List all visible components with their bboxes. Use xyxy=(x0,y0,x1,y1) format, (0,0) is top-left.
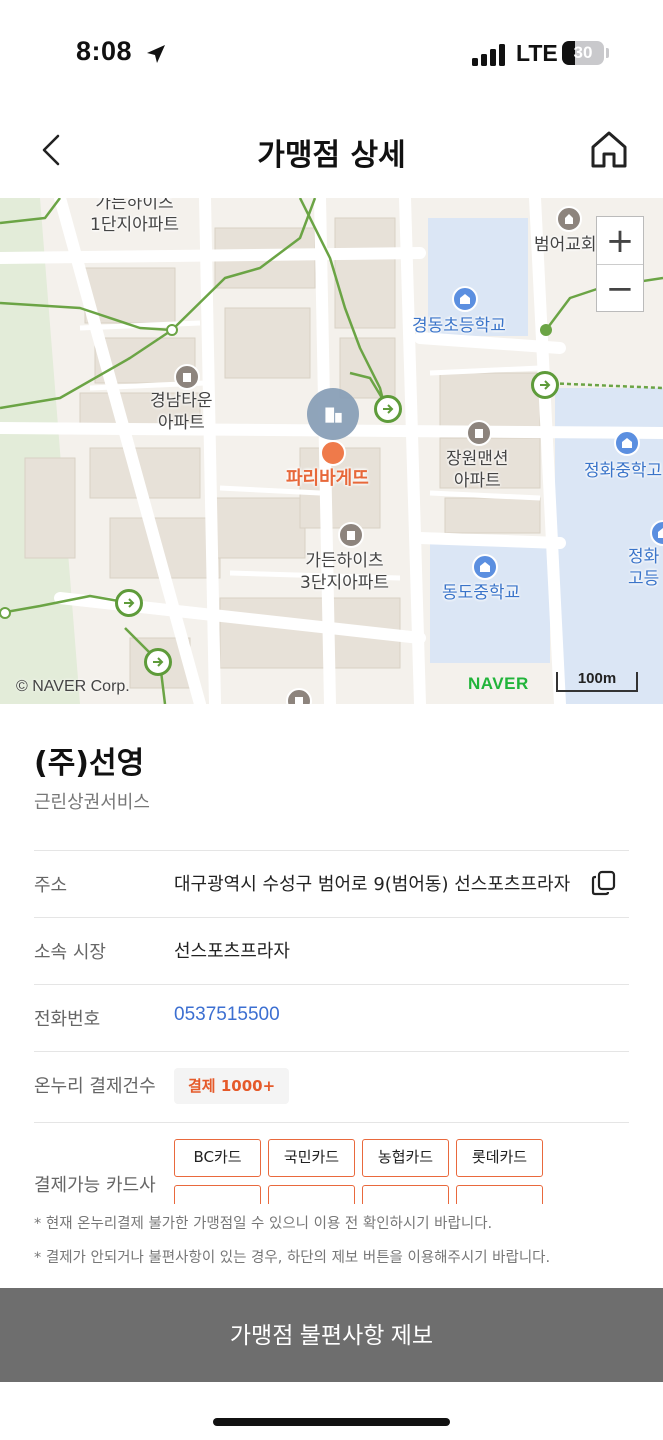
phone-label: 전화번호 xyxy=(34,1009,101,1030)
battery-icon: 30 xyxy=(562,41,604,65)
card-chip xyxy=(456,1185,543,1204)
info-row-address: 주소 대구광역시 수성구 범어로 9(범어동) 선스포츠프라자 xyxy=(34,850,629,917)
address-value: 대구광역시 수성구 범어로 9(범어동) 선스포츠프라자 xyxy=(174,874,571,895)
header: 가맹점 상세 xyxy=(0,100,663,198)
zoom-out-button[interactable]: − xyxy=(597,265,643,312)
report-issue-button[interactable]: 가맹점 불편사항 제보 xyxy=(0,1288,663,1382)
info-row-market: 소속 시장 선스포츠프라자 xyxy=(34,917,629,984)
home-button[interactable] xyxy=(586,126,632,172)
info-row-phone: 전화번호 0537515500 xyxy=(34,984,629,1051)
market-value: 선스포츠프라자 xyxy=(174,941,290,962)
status-bar: 8:08 LTE 30 xyxy=(0,0,663,100)
map-zoom-controls: + − xyxy=(596,216,644,312)
school-poi-icon xyxy=(452,286,478,312)
map-label-gyeongnam: 경남타운 아파트 xyxy=(150,391,213,433)
phone-link[interactable]: 0537515500 xyxy=(174,1004,280,1026)
payment-count-badge: 결제 1000+ xyxy=(174,1068,290,1104)
card-chip xyxy=(268,1185,355,1204)
school-poi-icon xyxy=(472,554,498,580)
apartment-poi-icon xyxy=(466,420,492,446)
route-arrow-icon xyxy=(531,371,559,399)
map-label-jeonghwa-high: 정화 고등 xyxy=(628,547,660,589)
cards-label: 결제가능 카드사 xyxy=(34,1175,156,1196)
payment-count-label: 온누리 결제건수 xyxy=(34,1076,156,1097)
zoom-in-button[interactable]: + xyxy=(597,217,643,264)
map-copyright: © NAVER Corp. xyxy=(16,678,130,695)
card-chip: 롯데카드 xyxy=(456,1139,543,1177)
market-label: 소속 시장 xyxy=(34,942,106,963)
battery-cap xyxy=(606,48,609,58)
notice-text: * 결제가 안되거나 불편사항이 있는 경우, 하단의 제보 버튼을 이용해주시… xyxy=(34,1250,551,1266)
notice-text: * 현재 온누리결제 불가한 가맹점일 수 있으니 이용 전 확인하시기 바랍니… xyxy=(34,1216,493,1232)
church-poi-icon xyxy=(556,206,582,232)
page-title: 가맹점 상세 xyxy=(257,138,406,173)
map-label-gyeongdong: 경동초등학교 xyxy=(412,316,506,336)
map-label-gardenhills3: 가든하이츠 3단지아파트 xyxy=(300,551,390,593)
store-info-table: 주소 대구광역시 수성구 범어로 9(범어동) 선스포츠프라자 소속 시장 선스… xyxy=(34,850,629,1204)
map-label-dongdo: 동도중학교 xyxy=(442,583,521,603)
map-label-paris[interactable]: 파리바게뜨 xyxy=(286,468,369,490)
info-row-payment-count: 온누리 결제건수 결제 1000+ xyxy=(34,1051,629,1122)
cellular-signal-icon xyxy=(472,44,506,66)
copy-icon[interactable] xyxy=(590,869,618,897)
home-indicator xyxy=(213,1418,450,1426)
card-chip: BC카드 xyxy=(174,1139,261,1177)
naver-logo: NAVER xyxy=(468,674,529,693)
apartment-poi-icon xyxy=(174,364,200,390)
route-arrow-icon xyxy=(374,395,402,423)
map-label-gardenhills1: 가든하이츠 1단지아파트 xyxy=(90,198,180,235)
address-label: 주소 xyxy=(34,875,68,896)
map-view[interactable]: 가든하이츠 1단지아파트 경남타운 아파트 파리바게뜨 가든하이츠 3단지아파트… xyxy=(0,198,663,704)
map-scale-text: 100m xyxy=(577,670,617,687)
card-chip xyxy=(362,1185,449,1204)
map-label-jeonghwa-mid: 정화중학고 xyxy=(584,461,663,481)
map-scale-bar: 100m xyxy=(556,670,638,692)
card-chip: 농협카드 xyxy=(362,1139,449,1177)
route-arrow-icon xyxy=(144,648,172,676)
store-category: 근린상권서비스 xyxy=(34,792,150,813)
apartment-poi-icon xyxy=(338,522,364,548)
bakery-poi-icon xyxy=(320,440,346,466)
info-row-cards: 결제가능 카드사 BC카드 국민카드 농협카드 롯데카드 xyxy=(34,1122,629,1204)
card-chip: 국민카드 xyxy=(268,1139,355,1177)
card-chip xyxy=(174,1185,261,1204)
selected-store-pin-icon[interactable] xyxy=(307,388,359,440)
network-type: LTE xyxy=(516,40,558,66)
battery-level: 30 xyxy=(573,43,593,62)
map-label-jangwon: 장원맨션 아파트 xyxy=(446,449,509,491)
store-name: (주)선영 xyxy=(34,746,145,781)
school-poi-icon xyxy=(614,430,640,456)
status-time: 8:08 xyxy=(76,36,133,66)
location-arrow-icon xyxy=(147,45,165,63)
route-arrow-icon xyxy=(115,589,143,617)
map-label-beomeo-church: 범어교회 xyxy=(534,235,597,255)
